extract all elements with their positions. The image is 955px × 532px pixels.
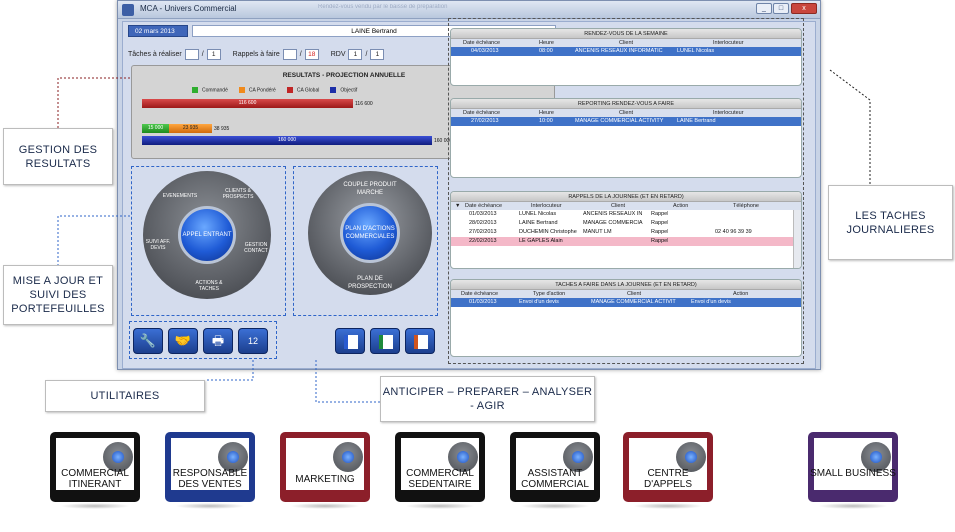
monitor-small-business: SMALL BUSINESS	[808, 432, 898, 509]
monitor-frame: COMMERCIAL SEDENTAIRE	[395, 432, 485, 502]
monitor-label: MARKETING	[295, 474, 355, 485]
callout-anticiper: ANTICIPER – PREPARER – ANALYSER - AGIR	[380, 376, 595, 422]
monitor-label: ASSISTANT COMMERCIAL	[521, 468, 589, 490]
monitor-frame: COMMERCIAL ITINERANT	[50, 432, 140, 502]
monitor-frame: SMALL BUSINESS	[808, 432, 898, 502]
monitor-label: SMALL BUSINESS	[810, 468, 896, 479]
monitor-label: COMMERCIAL SEDENTAIRE	[406, 468, 474, 490]
monitor-commercial-itinerant: COMMERCIAL ITINERANT	[50, 432, 140, 509]
monitor-marketing: MARKETING	[280, 432, 370, 509]
monitor-centre-appels: CENTRE D'APPELS	[623, 432, 713, 509]
monitor-frame: RESPONSABLE DES VENTES	[165, 432, 255, 502]
callout-mise-a-jour: MISE A JOUR ET SUIVI DES PORTEFEUILLES	[3, 265, 113, 325]
monitor-label: COMMERCIAL ITINERANT	[61, 468, 129, 490]
monitor-assistant-commercial: ASSISTANT COMMERCIAL	[510, 432, 600, 509]
monitor-label: RESPONSABLE DES VENTES	[172, 468, 248, 490]
callout-utilitaires: UTILITAIRES	[45, 380, 205, 412]
wheel-icon	[333, 442, 363, 472]
monitor-commercial-sedentaire: COMMERCIAL SEDENTAIRE	[395, 432, 485, 509]
monitor-label: CENTRE D'APPELS	[643, 468, 693, 490]
callout-gestion-resultats: GESTION DES RESULTATS	[3, 128, 113, 185]
monitor-responsable-ventes: RESPONSABLE DES VENTES	[165, 432, 255, 509]
monitor-frame: CENTRE D'APPELS	[623, 432, 713, 502]
monitor-frame: ASSISTANT COMMERCIAL	[510, 432, 600, 502]
monitor-frame: MARKETING	[280, 432, 370, 502]
callout-taches-journalieres: LES TACHES JOURNALIERES	[828, 185, 953, 260]
